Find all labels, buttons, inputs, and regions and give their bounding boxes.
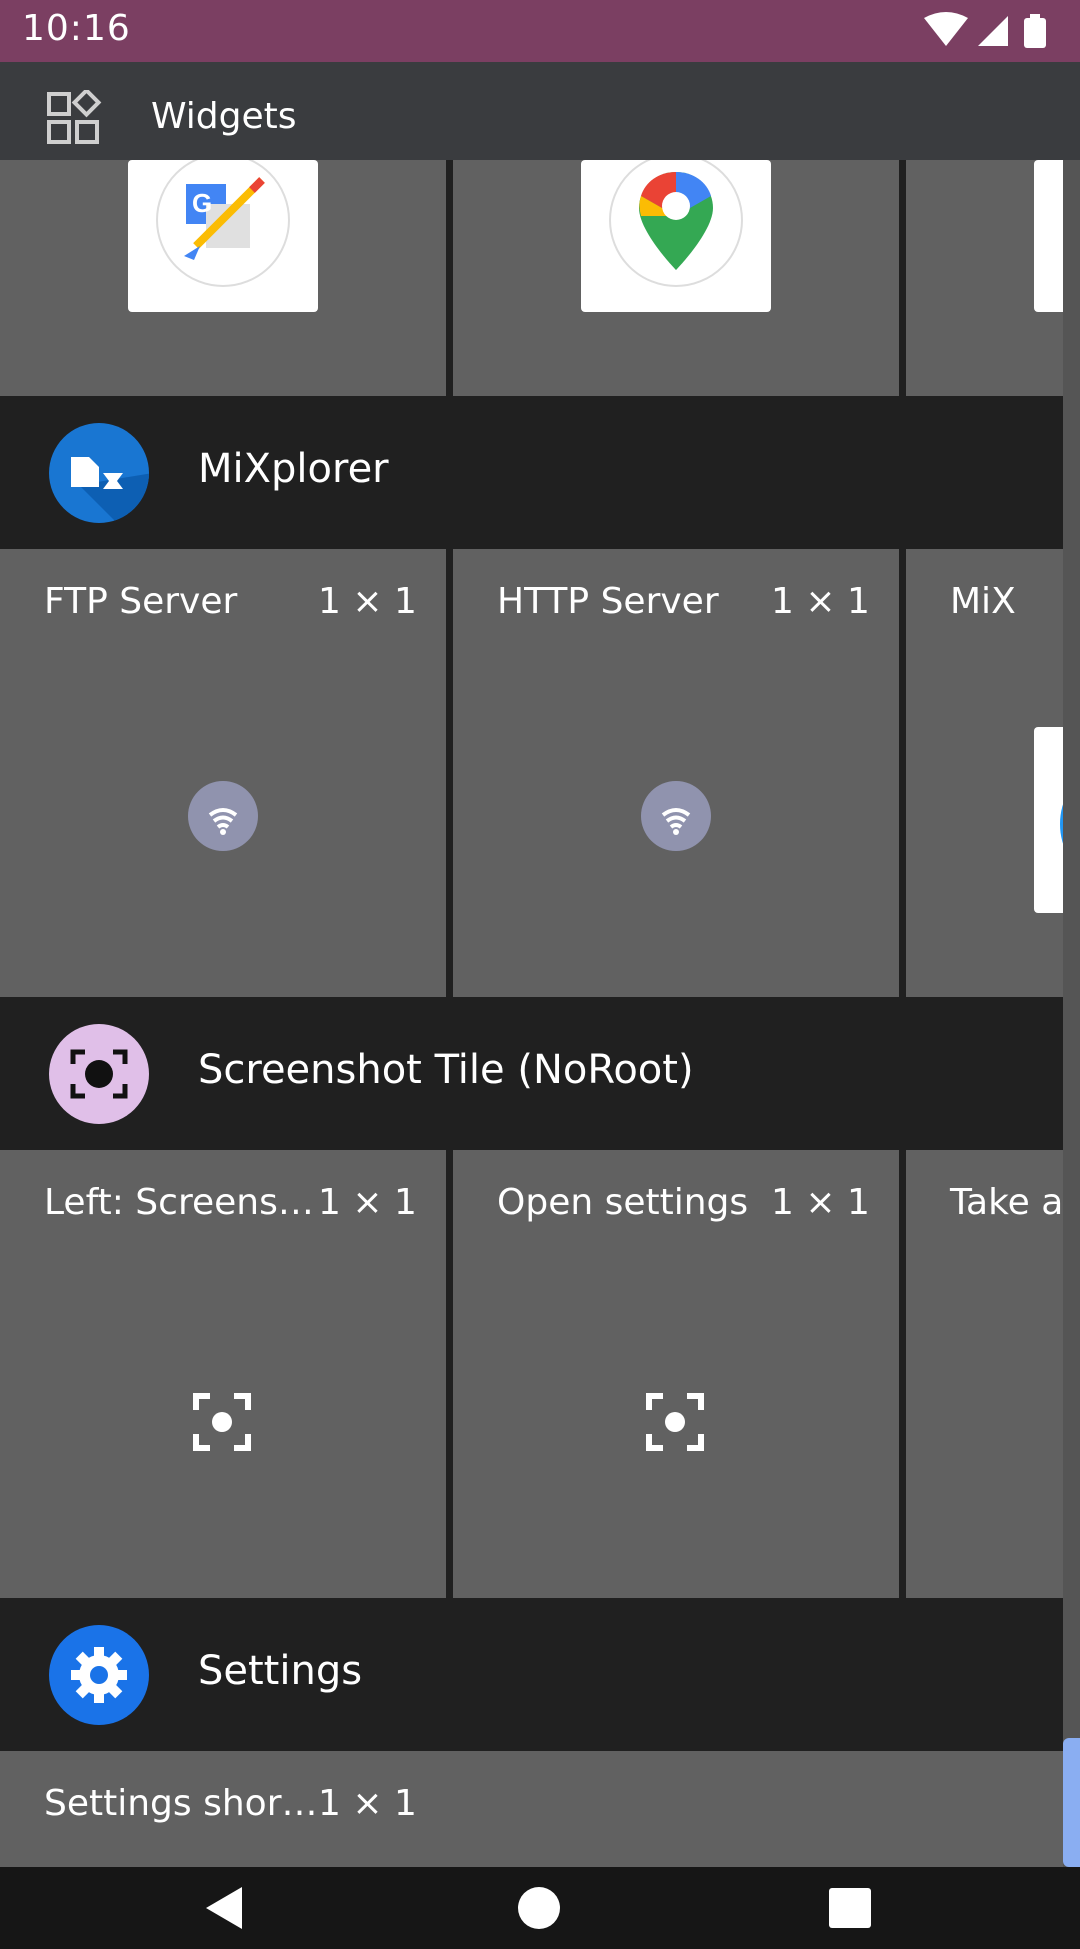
status-bar: 10:16 — [0, 0, 1080, 62]
google-maps-icon — [609, 160, 743, 288]
widget-label: Take a s — [950, 1182, 1063, 1223]
widget-preview-cell[interactable]: G — [0, 160, 446, 396]
wifi-icon — [924, 12, 968, 46]
app-header-mixplorer: MiXplorer — [0, 396, 1063, 549]
wifi-icon — [641, 781, 711, 851]
preview-card — [1034, 727, 1063, 913]
widget-label: Open settings — [497, 1182, 749, 1223]
widget-size: 1 × 1 — [318, 1783, 417, 1824]
app-name: Screenshot Tile (NoRoot) — [198, 1047, 694, 1093]
recents-button[interactable] — [829, 1888, 871, 1928]
widget-preview-cell[interactable] — [453, 160, 899, 396]
toolbar-title: Widgets — [151, 96, 297, 137]
widget-label: FTP Server — [44, 581, 238, 622]
navigation-bar — [0, 1867, 1080, 1949]
widget-label: Left: Screens… — [44, 1182, 314, 1223]
back-button[interactable] — [202, 1885, 248, 1931]
widget-cell[interactable]: Open settings 1 × 1 — [453, 1150, 899, 1598]
scrollbar-track[interactable] — [1063, 160, 1080, 1867]
widget-cell[interactable]: HTTP Server 1 × 1 — [453, 549, 899, 997]
status-icons — [922, 12, 1062, 52]
app-name: MiXplorer — [198, 446, 389, 492]
settings-gear-icon — [49, 1625, 149, 1725]
widget-cell[interactable]: Settings shor… 1 × 1 — [0, 1751, 1063, 1867]
toolbar: Widgets — [0, 62, 1080, 160]
home-button[interactable] — [518, 1887, 560, 1929]
app-header-settings: Settings — [0, 1598, 1063, 1751]
widget-preview-cell[interactable] — [906, 160, 1080, 396]
app-header-screenshot-tile: Screenshot Tile (NoRoot) — [0, 997, 1063, 1150]
app-name: Settings — [198, 1648, 363, 1694]
status-time: 10:16 — [22, 8, 131, 49]
scrollbar-thumb[interactable] — [1063, 1738, 1080, 1867]
widget-size: 1 × 1 — [771, 1182, 870, 1223]
widget-label: Settings shor… — [44, 1783, 318, 1824]
widgets-icon — [46, 87, 102, 146]
screenshot-tile-icon — [49, 1024, 149, 1124]
screenshot-icon — [190, 1390, 254, 1454]
widget-size: 1 × 1 — [771, 581, 870, 622]
battery-icon — [1024, 14, 1046, 48]
widget-label: HTTP Server — [497, 581, 719, 622]
widget-cell[interactable]: Left: Screens… 1 × 1 — [0, 1150, 446, 1598]
widget-cell[interactable]: MiX — [906, 549, 1063, 997]
widget-size: 1 × 1 — [318, 1182, 417, 1223]
widget-size: 1 × 1 — [318, 581, 417, 622]
google-translate-icon: G — [156, 160, 290, 288]
widget-list[interactable]: G MiXplorer FTP Server 1 × 1 HTTP Server… — [0, 160, 1080, 1867]
svg-text:G: G — [192, 188, 212, 218]
mixplorer-icon — [49, 423, 149, 523]
wifi-icon — [188, 781, 258, 851]
signal-icon — [978, 16, 1008, 46]
widget-label: MiX — [950, 581, 1016, 622]
widget-cell[interactable]: FTP Server 1 × 1 — [0, 549, 446, 997]
screenshot-icon — [643, 1390, 707, 1454]
widget-cell[interactable]: Take a s — [906, 1150, 1063, 1598]
